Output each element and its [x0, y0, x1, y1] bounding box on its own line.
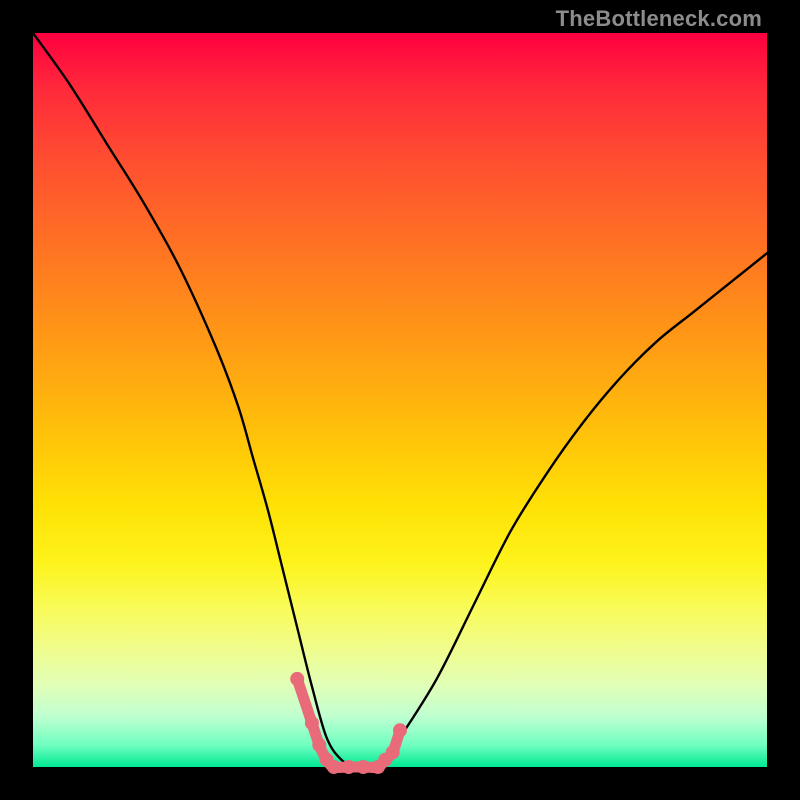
valley-dot — [290, 672, 304, 686]
valley-dot — [305, 716, 319, 730]
valley-dot — [342, 760, 356, 774]
valley-dot — [312, 738, 326, 752]
chart-svg — [33, 33, 767, 767]
chart-frame: TheBottleneck.com — [0, 0, 800, 800]
valley-dot — [356, 760, 370, 774]
bottleneck-curve — [33, 33, 767, 768]
valley-dot — [386, 745, 400, 759]
watermark-text: TheBottleneck.com — [556, 6, 762, 32]
valley-highlight-dots — [290, 672, 407, 774]
valley-dot — [327, 760, 341, 774]
valley-dot — [393, 723, 407, 737]
